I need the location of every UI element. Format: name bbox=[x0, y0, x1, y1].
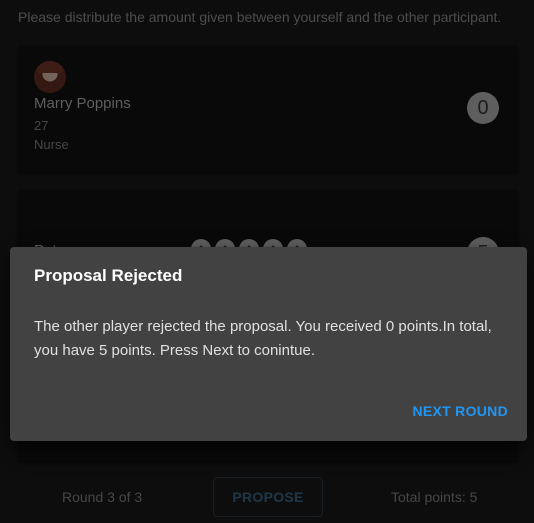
proposal-rejected-dialog: Proposal Rejected The other player rejec… bbox=[10, 247, 527, 441]
dialog-title: Proposal Rejected bbox=[34, 266, 183, 285]
next-round-button[interactable]: NEXT ROUND bbox=[412, 403, 508, 419]
dialog-message: The other player rejected the proposal. … bbox=[34, 318, 492, 359]
